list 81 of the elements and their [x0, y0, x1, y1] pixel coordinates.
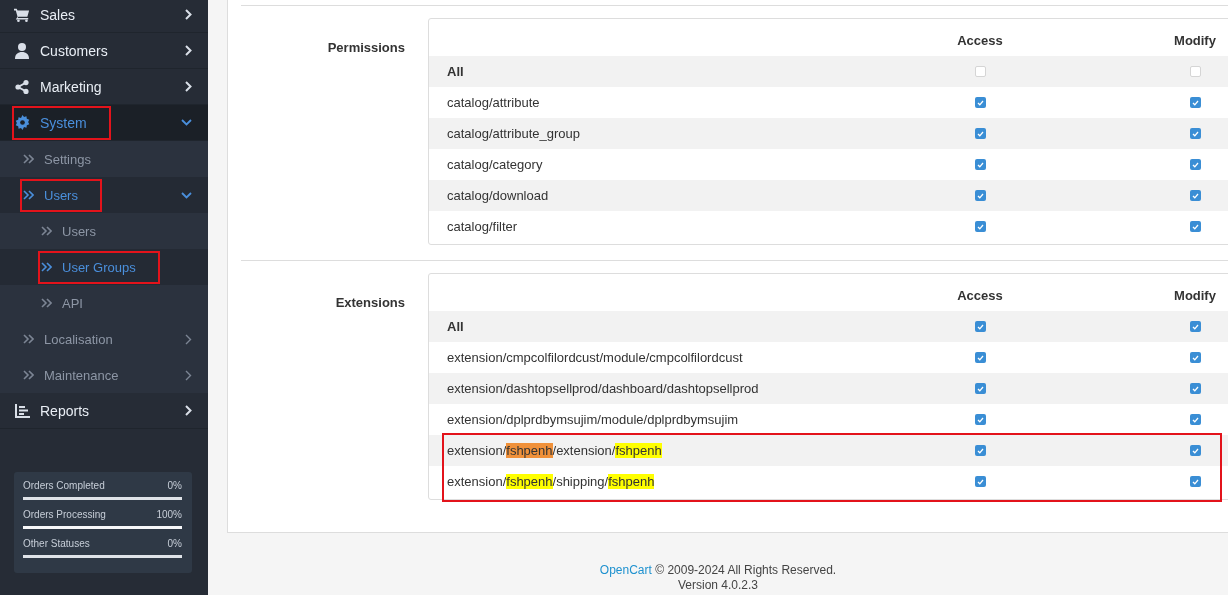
- checkbox[interactable]: [974, 190, 986, 201]
- user-icon: [15, 42, 29, 59]
- checkbox[interactable]: [1189, 383, 1201, 394]
- route-name: extension/cmpcolfilordcust/module/cmpcolfilordcust: [446, 350, 744, 365]
- chevron-down-icon: [181, 119, 192, 126]
- highlight-frame: User Groups: [38, 250, 160, 284]
- checkbox[interactable]: [974, 352, 986, 363]
- cart-icon: [14, 6, 30, 23]
- menu-item[interactable]: Reports: [0, 393, 208, 429]
- stat-label: Orders Processing: [23, 509, 106, 520]
- checkbox[interactable]: [974, 128, 986, 139]
- checkbox[interactable]: [974, 383, 986, 394]
- double-chevron-icon: [22, 334, 34, 344]
- menu-item[interactable]: Users: [0, 213, 208, 249]
- checkbox[interactable]: [1189, 128, 1201, 139]
- double-chevron-icon: [22, 370, 34, 380]
- checkbox[interactable]: [974, 97, 986, 108]
- checkbox[interactable]: [974, 159, 986, 170]
- stat-label: Orders Completed: [23, 480, 105, 491]
- checkbox[interactable]: [1189, 190, 1201, 201]
- double-chevron-icon: [40, 298, 52, 308]
- stat-value: 0%: [167, 480, 182, 491]
- column-header: Access: [956, 33, 1004, 48]
- chevron-right-icon: [185, 9, 192, 20]
- route-name: All: [446, 319, 465, 334]
- menu-item[interactable]: System: [0, 105, 208, 141]
- checkbox[interactable]: [974, 414, 986, 425]
- double-chevron-icon: [40, 226, 52, 236]
- checkbox[interactable]: [974, 476, 986, 487]
- section-label: Permissions: [326, 39, 406, 57]
- checkbox[interactable]: [1189, 66, 1201, 77]
- route-name: catalog/filter: [446, 219, 519, 234]
- menu-item[interactable]: Customers: [0, 33, 208, 69]
- checkbox[interactable]: [1189, 445, 1201, 456]
- checkbox[interactable]: [974, 66, 986, 77]
- checkbox[interactable]: [1189, 159, 1201, 170]
- menu-item[interactable]: Settings: [0, 141, 208, 177]
- stat-value: 0%: [167, 538, 182, 549]
- menu-item[interactable]: Maintenance: [0, 357, 208, 393]
- stat-label: Other Statuses: [23, 538, 90, 549]
- chevron-down-icon: [181, 191, 192, 199]
- route-name: All: [446, 64, 465, 79]
- bar-chart-icon: [14, 403, 30, 418]
- column-header: Modify: [1173, 33, 1217, 48]
- route-name: catalog/attribute: [446, 95, 541, 110]
- menu-item[interactable]: API: [0, 285, 208, 321]
- chevron-right-icon: [185, 81, 192, 92]
- double-chevron-icon: [40, 262, 52, 272]
- double-chevron-icon: [22, 190, 34, 200]
- checkbox[interactable]: [974, 445, 986, 456]
- column-header: Access: [956, 288, 1004, 303]
- version-text: Version 4.0.2.3: [676, 578, 760, 593]
- checkbox[interactable]: [1189, 321, 1201, 332]
- stat-value: 100%: [156, 509, 182, 520]
- menu-item[interactable]: Localisation: [0, 321, 208, 357]
- chevron-right-icon: [185, 333, 192, 345]
- column-header: Modify: [1173, 288, 1217, 303]
- route-name: extension/dplprdbymsujim/module/dplprdbymsujim: [446, 412, 740, 427]
- checkbox[interactable]: [1189, 352, 1201, 363]
- highlight-frame: System: [12, 105, 111, 140]
- opencart-link[interactable]: OpenCart: [599, 563, 652, 577]
- double-chevron-icon: [22, 154, 34, 164]
- route-name: catalog/category: [446, 157, 544, 172]
- checkbox[interactable]: [1189, 476, 1201, 487]
- checkbox[interactable]: [974, 221, 986, 232]
- checkbox[interactable]: [1189, 221, 1201, 232]
- route-name: catalog/download: [446, 188, 550, 203]
- highlight-frame: Users: [20, 178, 102, 212]
- checkbox[interactable]: [1189, 414, 1201, 425]
- route-name: catalog/attribute_group: [446, 126, 581, 141]
- copyright-text: OpenCart © 2009-2024 All Rights Reserved.: [598, 563, 838, 578]
- share-icon: [15, 79, 29, 94]
- settings-icon: [14, 115, 30, 130]
- menu-item[interactable]: Sales: [0, 0, 208, 33]
- section-label: Extensions: [334, 294, 406, 312]
- route-name: extension/dashtopsellprod/dashboard/dashtopsellprod: [446, 381, 760, 396]
- chevron-right-icon: [185, 369, 192, 381]
- chevron-right-icon: [185, 405, 192, 416]
- chevron-right-icon: [185, 45, 192, 56]
- checkbox[interactable]: [974, 321, 986, 332]
- checkbox[interactable]: [1189, 97, 1201, 108]
